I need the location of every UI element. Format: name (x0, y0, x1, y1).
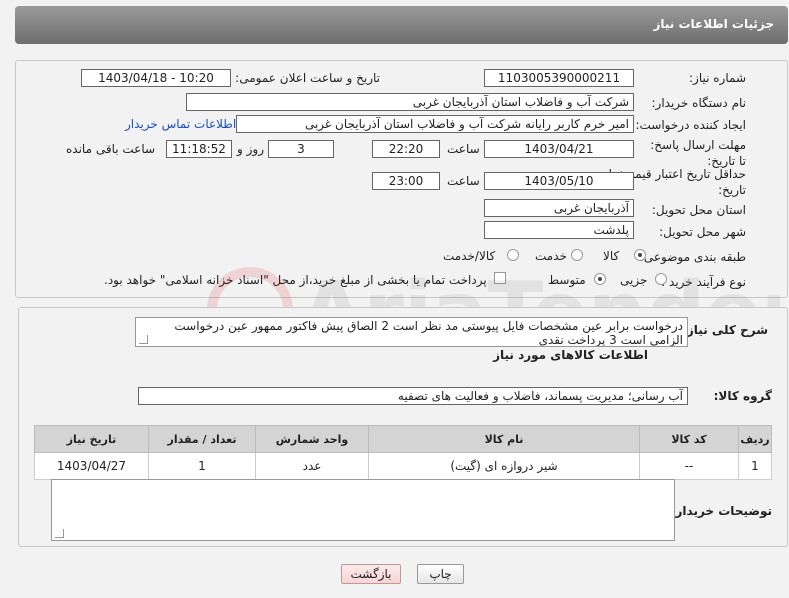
buyer-org-field: شرکت آب و فاضلاب استان آذربایجان غربی (186, 93, 634, 111)
reply-deadline-label-text: مهلت ارسال پاسخ: تا تاریخ: (650, 138, 746, 168)
goods-group-label: گروه کالا: (713, 389, 772, 403)
creator-label: ایجاد کننده درخواست: (635, 118, 746, 132)
days-label: روز و (237, 142, 264, 156)
category-label: طبقه بندی موضوعی: (639, 250, 746, 264)
treasury-checkbox[interactable] (494, 272, 506, 284)
reply-time-field: 22:20 (372, 140, 440, 158)
col-row: ردیف (738, 425, 772, 453)
process-option-minor: جزیی (620, 273, 648, 287)
back-button[interactable]: بازگشت (341, 564, 401, 584)
reply-deadline-label: مهلت ارسال پاسخ: تا تاریخ: (646, 137, 746, 169)
cell-name: شیر دروازه ای (گیت) (368, 452, 640, 480)
goods-table-header: ردیف کد کالا نام کالا واحد شمارش تعداد /… (34, 425, 772, 453)
buyer-notes-box (51, 479, 675, 541)
cell-unit: عدد (255, 452, 369, 480)
city-label: شهر محل تحویل: (659, 225, 746, 239)
category-option-goods: کالا (603, 249, 620, 263)
description-text: درخواست برابر عین مشخصات فایل پیوستی مد … (174, 319, 683, 347)
process-type-label: نوع فرآیند خرید : (661, 275, 746, 289)
province-label: استان محل تحویل: (651, 203, 746, 217)
announce-datetime-field: 1403/04/18 - 10:20 (81, 69, 231, 87)
category-radio-goods[interactable] (634, 249, 646, 261)
reply-time-label: ساعت (447, 142, 480, 156)
price-date-field: 1403/05/10 (484, 172, 634, 190)
need-number-label: شماره نیاز: (689, 71, 746, 85)
buyer-notes-resize-handle[interactable] (55, 529, 64, 538)
col-code: کد کالا (639, 425, 739, 453)
goods-info-title: اطلاعات کالاهای مورد نیاز (493, 348, 648, 362)
province-field: آذربایجان غربی (484, 199, 634, 217)
buyer-notes-label: توضیحات خریدار: (670, 504, 772, 518)
process-radio-medium[interactable] (594, 273, 606, 285)
description-label: شرح کلی نیاز: (682, 323, 768, 337)
treasury-note: پرداخت تمام یا بخشی از مبلغ خرید،از محل … (104, 273, 487, 287)
table-row: 1 -- شیر دروازه ای (گیت) عدد 1 1403/04/2… (34, 452, 772, 480)
cell-need-date: 1403/04/27 (34, 452, 149, 480)
cell-code: -- (639, 452, 739, 480)
col-unit: واحد شمارش (255, 425, 369, 453)
price-time-label: ساعت (447, 174, 480, 188)
category-radio-goods-service[interactable] (507, 249, 519, 261)
col-need-date: تاریخ نیاز (34, 425, 149, 453)
category-radio-service[interactable] (571, 249, 583, 261)
need-number-field: 1103005390000211 (484, 69, 634, 87)
goods-group-field: آب رسانی؛ مدیریت پسماند، فاضلاب و فعالیت… (138, 387, 688, 405)
page-header: جزئیات اطلاعات نیاز (15, 6, 788, 44)
city-field: پلدشت (484, 221, 634, 239)
description-box: درخواست برابر عین مشخصات فایل پیوستی مد … (135, 317, 688, 347)
col-quantity: تعداد / مقدار (148, 425, 256, 453)
cell-quantity: 1 (148, 452, 256, 480)
buyer-contact-link[interactable]: اطلاعات تماس خریدار (125, 117, 236, 131)
buyer-org-label: نام دستگاه خریدار: (651, 96, 747, 110)
goods-table: ردیف کد کالا نام کالا واحد شمارش تعداد /… (34, 425, 772, 480)
process-option-medium: متوسط (548, 273, 586, 287)
remaining-time-field: 11:18:52 (166, 140, 232, 158)
print-button[interactable]: چاپ (417, 564, 464, 584)
announce-datetime-label: تاریخ و ساعت اعلان عمومی: (235, 71, 380, 85)
col-name: نام کالا (368, 425, 640, 453)
remaining-days-field: 3 (268, 140, 334, 158)
reply-date-field: 1403/04/21 (484, 140, 634, 158)
category-option-goods-service: کالا/خدمت (443, 249, 496, 263)
cell-row: 1 (738, 452, 772, 480)
remaining-label: ساعت باقی مانده (66, 142, 156, 156)
creator-field: امیر خرم کاربر رایانه شرکت آب و فاضلاب ا… (236, 115, 634, 133)
price-time-field: 23:00 (372, 172, 440, 190)
category-option-service: خدمت (535, 249, 567, 263)
process-radio-minor[interactable] (655, 273, 667, 285)
page-title: جزئیات اطلاعات نیاز (653, 17, 774, 31)
description-resize-handle[interactable] (139, 335, 148, 344)
